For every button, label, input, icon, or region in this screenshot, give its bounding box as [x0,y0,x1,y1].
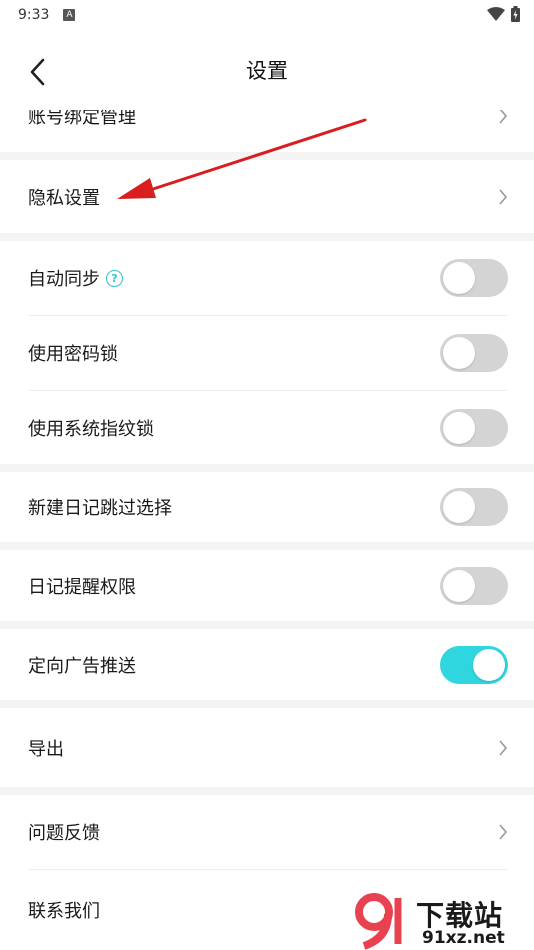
section-separator [0,621,534,629]
settings-row-skip-selection: 新建日记跳过选择 [0,472,534,542]
toggle-knob [443,262,475,294]
battery-icon [511,6,520,22]
toggle-knob [443,337,475,369]
chevron-right-icon [499,188,508,205]
settings-row-password-lock: 使用密码锁 [0,316,534,390]
settings-row-feedback[interactable]: 问题反馈 [0,795,534,869]
reminder-permission-toggle[interactable] [440,566,508,605]
app-header: 设置 [0,30,534,110]
row-label: 使用密码锁 [28,344,118,365]
row-label: 导出 [28,738,64,760]
watermark-9-logo [355,893,402,950]
toggle-knob [443,569,475,602]
chevron-left-icon [30,58,45,86]
settings-row-ad-push: 定向广告推送 [0,629,534,700]
help-icon[interactable]: ? [106,269,123,287]
watermark-logo: 下载站 91xz.net [350,892,530,950]
skip-selection-toggle[interactable] [440,488,508,526]
page-title: 设置 [246,59,288,83]
row-label: 隐私设置 [28,187,100,209]
back-button[interactable] [22,54,52,90]
notification-icon: A [63,9,76,21]
chevron-right-icon [499,739,508,756]
status-bar: 9:33 A [0,0,534,30]
settings-row-fingerprint-lock: 使用系统指纹锁 [0,391,534,464]
fingerprint-lock-toggle[interactable] [440,408,508,447]
password-lock-toggle[interactable] [440,334,508,372]
section-separator [0,542,534,550]
chevron-right-icon [499,824,508,840]
toggle-knob [473,648,505,681]
row-label: 定向广告推送 [28,655,136,677]
toggle-knob [443,491,475,523]
section-separator [0,787,534,795]
row-label: 联系我们 [28,901,100,922]
auto-sync-toggle[interactable] [440,259,508,297]
settings-row-reminder-permission: 日记提醒权限 [0,550,534,621]
section-separator [0,464,534,472]
watermark-url: 91xz.net [422,928,505,948]
row-label: 日记提醒权限 [28,576,136,598]
row-label: 新建日记跳过选择 [28,498,172,519]
toggle-knob [443,411,475,444]
ad-push-toggle[interactable] [440,645,508,684]
status-icons [487,6,520,22]
status-time: 9:33 [18,7,50,23]
settings-row-privacy[interactable]: 隐私设置 [0,160,534,233]
section-separator [0,700,534,708]
section-separator [0,233,534,241]
row-label: 自动同步 [28,269,100,290]
row-label: 问题反馈 [28,823,100,844]
settings-row-export[interactable]: 导出 [0,708,534,787]
wifi-icon [487,7,505,21]
settings-row-auto-sync: 自动同步 ? [0,241,534,315]
row-label: 使用系统指纹锁 [28,418,154,440]
section-separator [0,152,534,160]
